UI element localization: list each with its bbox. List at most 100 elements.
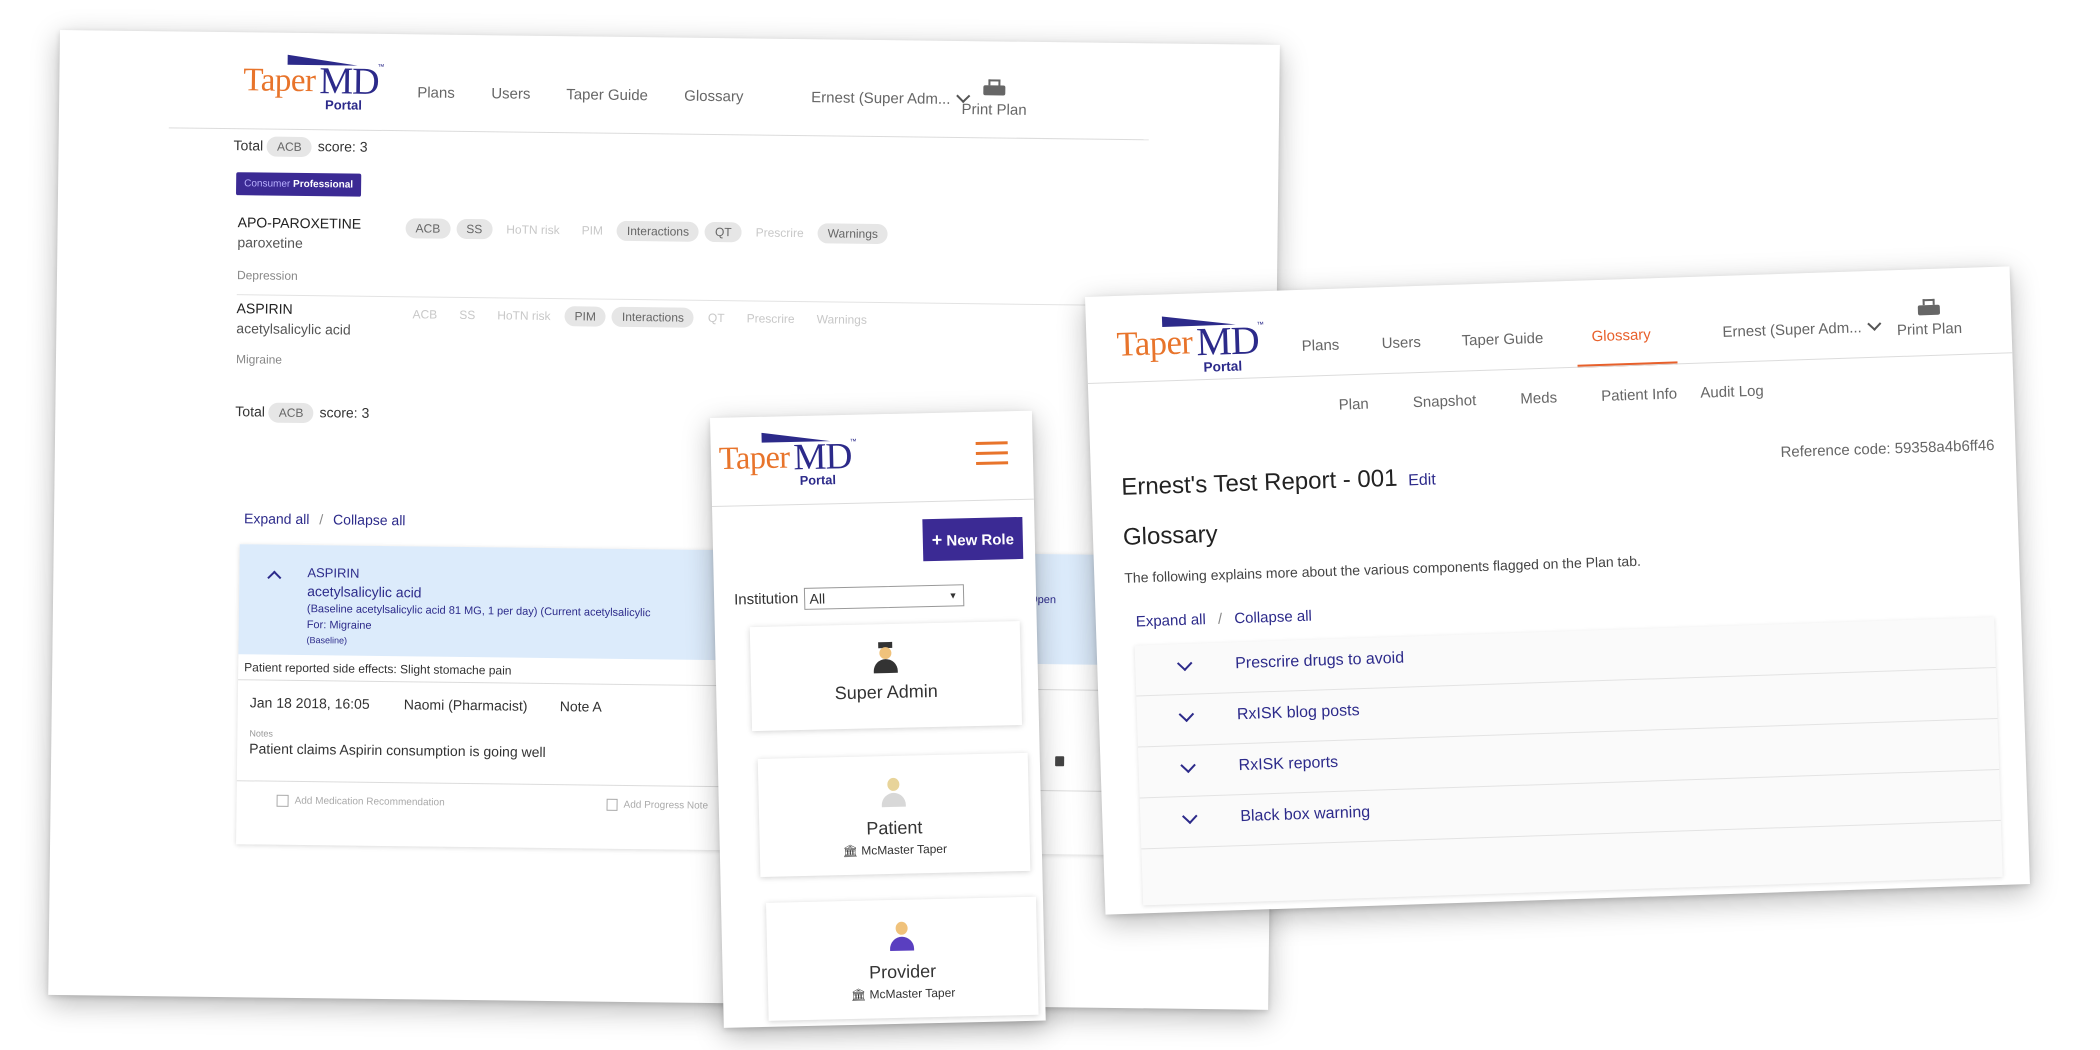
note-text: Patient claims Aspirin consumption is go… [249,740,546,760]
nav-taper-guide[interactable]: Taper Guide [1461,330,1543,350]
nav-plans[interactable]: Plans [1301,337,1339,355]
side-effects-text: Patient reported side effects: Slight st… [244,660,512,678]
chevron-down-icon [1176,655,1193,672]
role-institution: 🏛 McMaster Taper [842,841,948,859]
nav-taper-guide[interactable]: Taper Guide [566,86,648,104]
med-condition: Depression [236,268,298,283]
chevron-down-icon [1180,757,1196,774]
note-label: Note A [559,698,602,715]
note-author: Naomi (Pharmacist) [403,696,528,714]
report-title: Ernest's Test Report - 001 Edit [1120,464,1437,501]
tag-acb: ACB [412,307,438,322]
expand-collapse: Expand all / Collapse all [243,510,406,529]
tag-acb[interactable]: ACB [405,218,451,239]
institution-select[interactable]: All ▼ [804,584,965,610]
expand-all-link[interactable]: Expand all [244,510,310,527]
tag-qt: QT [707,310,725,326]
print-plan-button[interactable]: Print Plan [959,79,1029,119]
tag-hotn: HoTN risk [506,222,560,238]
chevron-up-icon[interactable] [267,570,282,585]
tag-prescrire: Prescrire [746,311,795,326]
tag-interactions[interactable]: Interactions [611,306,695,328]
tag-interactions[interactable]: Interactions [616,220,700,242]
header-divider [711,498,1034,507]
user-menu[interactable]: Ernest (Super Adm... [811,88,971,108]
expand-all-link[interactable]: Expand all [1136,611,1207,630]
role-card-super-admin[interactable]: Super Admin [749,621,1023,732]
expanded-brand: ASPIRIN [307,565,360,581]
plus-icon: + [931,529,943,550]
collapse-all-link[interactable]: Collapse all [1234,608,1312,628]
hamburger-menu-icon[interactable] [975,441,1009,466]
subnav-meds[interactable]: Meds [1520,389,1557,407]
collapse-all-link[interactable]: Collapse all [333,511,406,528]
tag-pim: PIM [581,223,604,238]
new-role-button[interactable]: + New Role [922,516,1024,562]
user-menu[interactable]: Ernest (Super Adm... [1722,316,1882,341]
nav-glossary[interactable]: Glossary [1591,326,1651,345]
chevron-down-icon [1182,808,1198,825]
institution-icon: 🏛 [850,987,867,1002]
note-icon [606,798,618,811]
printer-icon [983,79,1006,97]
role-name: Super Admin [834,680,939,704]
super-admin-avatar-icon [871,641,900,677]
subnav-plan[interactable]: Plan [1338,396,1369,414]
med-brand: APO-PAROXETINE [237,214,362,232]
tapermd-logo[interactable]: Taper MD ™ Portal [1116,313,1265,377]
institution-filter: Institution All ▼ [734,584,965,611]
med-generic: acetylsalicylic acid [236,320,351,338]
tag-ss[interactable]: SS [456,218,493,240]
add-medication-recommendation[interactable]: Add Medication Recommendation [276,794,445,809]
nav-glossary[interactable]: Glossary [684,88,743,106]
expand-collapse: Expand all / Collapse all [1135,607,1313,631]
add-progress-note[interactable]: Add Progress Note [606,798,709,812]
tag-prescrire: Prescrire [755,225,804,241]
provider-avatar-icon [887,919,916,954]
role-institution: 🏛 McMaster Taper [850,985,956,1002]
total-acb-score: Total ACB score: 3 [233,136,368,158]
nav-users[interactable]: Users [491,85,530,102]
glossary-item-label: Black box warning [1240,803,1371,826]
trash-icon[interactable] [1055,756,1065,767]
tag-qt[interactable]: QT [704,221,742,243]
dropdown-arrow-icon: ▼ [948,590,958,601]
tapermd-logo[interactable]: Taper MD ™ Portal [718,431,857,489]
consumer-professional-toggle[interactable]: Consumer Professional [235,172,362,197]
med-condition: Migraine [235,352,283,367]
chevron-down-icon [1867,316,1882,331]
expanded-baseline: (Baseline) [306,635,348,646]
note-date: Jan 18 2018, 16:05 [249,694,370,712]
tapermd-logo[interactable]: Taper MD ™ Portal [243,54,385,113]
notes-caption: Notes [249,728,273,739]
glossary-item-label: RxISK blog posts [1236,702,1360,724]
mobile-roles-screen: Taper MD ™ Portal + New Role Institution… [710,410,1046,1028]
tag-warnings: Warnings [816,312,867,327]
tag-warnings[interactable]: Warnings [817,223,889,245]
glossary-accordion: Prescrire drugs to avoid RxISK blog post… [1134,617,2003,906]
patient-avatar-icon [879,776,908,811]
total-acb-score: Total ACB score: 3 [235,402,369,424]
tag-ss: SS [459,307,476,323]
role-card-patient[interactable]: Patient 🏛 McMaster Taper [757,752,1031,877]
tag-pim[interactable]: PIM [564,306,607,327]
nav-plans[interactable]: Plans [417,84,455,101]
role-card-provider[interactable]: Provider 🏛 McMaster Taper [766,896,1039,1021]
med-brand: ASPIRIN [236,300,293,317]
subnav-audit-log[interactable]: Audit Log [1700,383,1764,402]
tag-hotn: HoTN risk [497,308,551,324]
nav-users[interactable]: Users [1381,334,1421,352]
reference-code: Reference code: 59358a4b6ff46 [1780,436,1995,462]
thumb-icon [276,794,289,807]
glossary-intro: The following explains more about the va… [1124,552,1642,586]
subnav-snapshot[interactable]: Snapshot [1413,392,1477,411]
expanded-detail: (Baseline acetylsalicylic acid 81 MG, 1 … [306,603,651,620]
edit-link[interactable]: Edit [1408,471,1436,489]
subnav-patient-info[interactable]: Patient Info [1601,385,1677,405]
med-row[interactable]: APO-PAROXETINE paroxetine Depression ACB… [236,214,1128,307]
expanded-for: For: Migraine [306,619,372,632]
section-title: Glossary [1122,520,1219,551]
print-plan-button[interactable]: Print Plan [1894,298,1965,339]
med-row[interactable]: ASPIRIN acetylsalicylic acid Migraine AC… [236,300,1127,381]
chevron-down-icon [1178,706,1195,723]
